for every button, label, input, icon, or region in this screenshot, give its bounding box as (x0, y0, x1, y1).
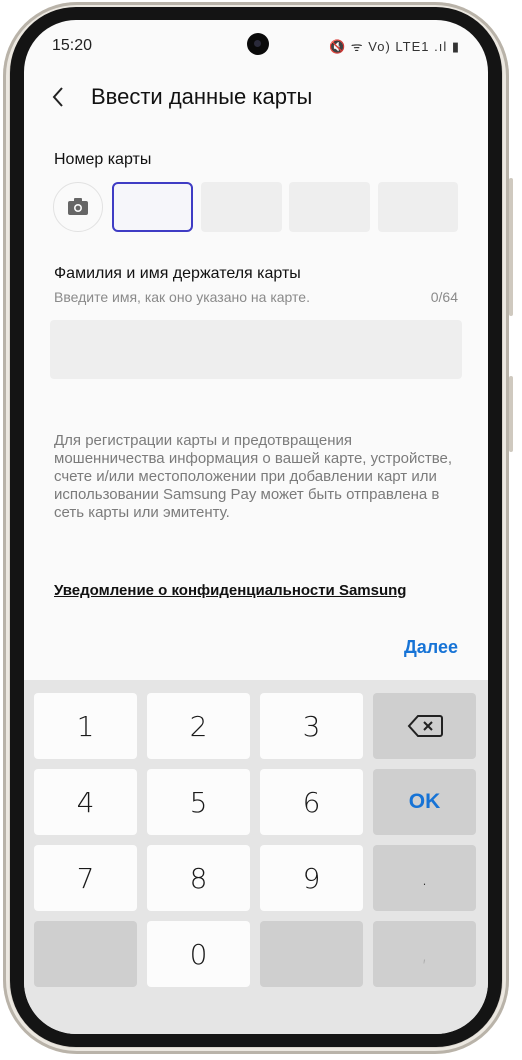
backspace-icon (407, 715, 443, 737)
front-camera (247, 33, 269, 55)
scan-card-button[interactable] (53, 182, 103, 232)
key-7[interactable]: 7 (34, 845, 137, 911)
volume-button (509, 178, 513, 316)
card-holder-hint: Введите имя, как оно указано на карте. (54, 289, 310, 305)
card-holder-input[interactable] (50, 320, 462, 379)
backspace-key[interactable] (373, 693, 476, 759)
disclaimer-text: Для регистрации карты и предотвращения м… (54, 432, 453, 521)
camera-icon (68, 198, 88, 215)
card-number-field-4[interactable] (378, 182, 458, 232)
key-8[interactable]: 8 (147, 845, 250, 911)
privacy-notice-link[interactable]: Уведомление о конфиденциальности Samsung (54, 582, 406, 599)
card-number-field-2[interactable] (201, 182, 282, 232)
power-button (509, 376, 513, 452)
empty-key (34, 921, 137, 987)
key-2[interactable]: 2 (147, 693, 250, 759)
next-button[interactable]: Далее (404, 637, 458, 658)
ok-key[interactable]: OK (373, 769, 476, 835)
key-9[interactable]: 9 (260, 845, 363, 911)
key-4[interactable]: 4 (34, 769, 137, 835)
blank-key (260, 921, 363, 987)
card-holder-counter: 0/64 (430, 289, 458, 305)
dot-key[interactable]: . (373, 845, 476, 911)
card-number-field-1[interactable] (112, 182, 193, 232)
key-1[interactable]: 1 (34, 693, 137, 759)
back-button[interactable] (46, 82, 74, 112)
page-title: Ввести данные карты (91, 84, 313, 109)
card-holder-label: Фамилия и имя держателя карты (54, 265, 301, 282)
numeric-keyboard: 1 2 3 4 5 6 OK 7 8 9 . 0 , (24, 680, 488, 1034)
card-number-label: Номер карты (54, 151, 152, 168)
key-5[interactable]: 5 (147, 769, 250, 835)
status-time: 15:20 (52, 37, 93, 54)
screen: 15:20 🔇 ᯤ Vo) LTE1 .ıl ▮ Ввести данные к… (24, 20, 488, 1034)
chevron-left-icon (52, 87, 63, 107)
status-icons: 🔇 ᯤ Vo) LTE1 .ıl ▮ (329, 39, 460, 54)
comma-key[interactable]: , (373, 921, 476, 987)
card-number-field-3[interactable] (289, 182, 370, 232)
key-6[interactable]: 6 (260, 769, 363, 835)
key-0[interactable]: 0 (147, 921, 250, 987)
key-3[interactable]: 3 (260, 693, 363, 759)
